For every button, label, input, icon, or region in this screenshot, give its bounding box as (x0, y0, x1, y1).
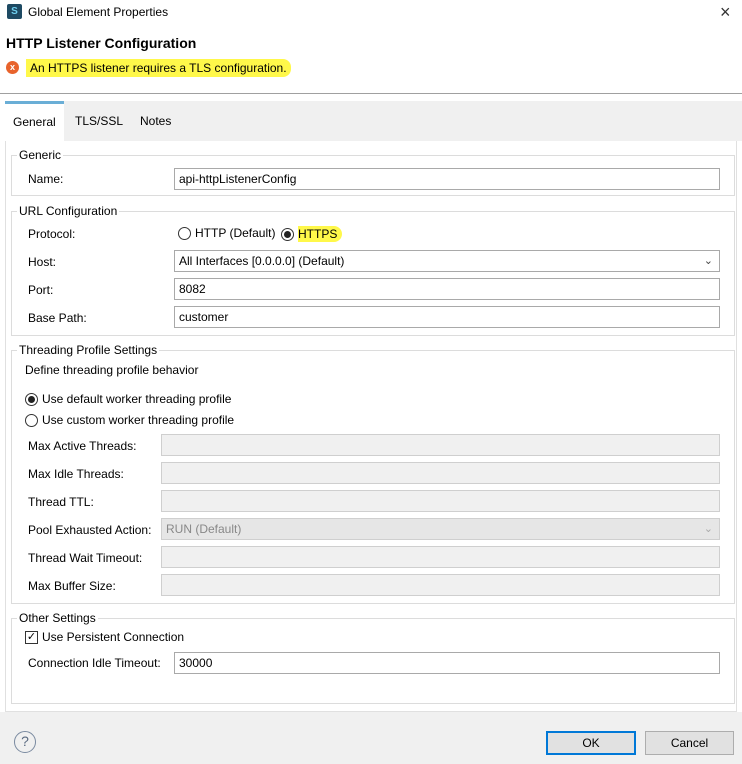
radio-default-profile[interactable]: Use default worker threading profile (25, 392, 231, 406)
radio-https-label: HTTPS (298, 226, 343, 242)
tab-tls-ssl[interactable]: TLS/SSL (67, 101, 131, 141)
protocol-label: Protocol: (28, 227, 76, 241)
tab-notes[interactable]: Notes (132, 101, 179, 141)
ok-button[interactable]: OK (546, 731, 636, 755)
max-active-input[interactable] (161, 434, 720, 456)
radio-icon (178, 226, 191, 240)
max-buffer-label: Max Buffer Size: (28, 579, 116, 593)
radio-selected-icon (25, 392, 38, 406)
help-icon[interactable]: ? (14, 731, 36, 753)
error-message: An HTTPS listener requires a TLS configu… (26, 59, 291, 77)
wait-timeout-input[interactable] (161, 546, 720, 568)
radio-http[interactable]: HTTP (Default) (178, 226, 275, 240)
url-legend: URL Configuration (17, 204, 120, 218)
max-idle-label: Max Idle Threads: (28, 467, 124, 481)
radio-icon (25, 413, 38, 427)
cancel-button[interactable]: Cancel (645, 731, 734, 755)
host-select[interactable]: All Interfaces [0.0.0.0] (Default) ⌄ (174, 250, 720, 272)
host-label: Host: (28, 255, 57, 269)
port-label: Port: (28, 283, 54, 297)
radio-selected-icon (281, 227, 294, 241)
host-value: All Interfaces [0.0.0.0] (Default) (179, 254, 345, 268)
checkmark-icon: ✓ (25, 630, 38, 644)
page-title: HTTP Listener Configuration (6, 35, 197, 51)
chevron-down-icon: ⌄ (703, 255, 713, 267)
idle-timeout-input[interactable] (174, 652, 720, 674)
pool-exhausted-value: RUN (Default) (166, 522, 242, 536)
persistent-connection-label: Use Persistent Connection (42, 630, 185, 644)
radio-custom-profile[interactable]: Use custom worker threading profile (25, 413, 234, 427)
radio-http-label: HTTP (Default) (195, 226, 276, 240)
persistent-connection-checkbox[interactable]: ✓ Use Persistent Connection (25, 630, 184, 644)
radio-https[interactable]: HTTPS (281, 226, 343, 242)
threading-legend: Threading Profile Settings (17, 343, 160, 357)
max-active-label: Max Active Threads: (28, 439, 137, 453)
name-input[interactable] (174, 168, 720, 190)
chevron-down-icon: ⌄ (703, 523, 713, 535)
other-legend: Other Settings (17, 611, 98, 625)
pool-exhausted-select[interactable]: RUN (Default) ⌄ (161, 518, 720, 540)
tab-general[interactable]: General (5, 101, 64, 141)
base-path-label: Base Path: (28, 311, 87, 325)
port-input[interactable] (174, 278, 720, 300)
radio-custom-label: Use custom worker threading profile (42, 413, 235, 427)
divider (0, 93, 742, 94)
close-icon[interactable]: × (720, 2, 731, 23)
base-path-input[interactable] (174, 306, 720, 328)
max-idle-input[interactable] (161, 462, 720, 484)
wait-timeout-label: Thread Wait Timeout: (28, 551, 143, 565)
max-buffer-input[interactable] (161, 574, 720, 596)
pool-exhausted-label: Pool Exhausted Action: (28, 523, 152, 537)
error-icon: x (6, 61, 19, 74)
threading-description: Define threading profile behavior (25, 363, 199, 377)
ttl-label: Thread TTL: (28, 495, 94, 509)
app-icon: S (7, 4, 22, 19)
generic-legend: Generic (17, 148, 64, 162)
ttl-input[interactable] (161, 490, 720, 512)
window-title: Global Element Properties (28, 5, 169, 19)
radio-default-label: Use default worker threading profile (42, 392, 232, 406)
name-label: Name: (28, 172, 64, 186)
idle-timeout-label: Connection Idle Timeout: (28, 656, 161, 670)
